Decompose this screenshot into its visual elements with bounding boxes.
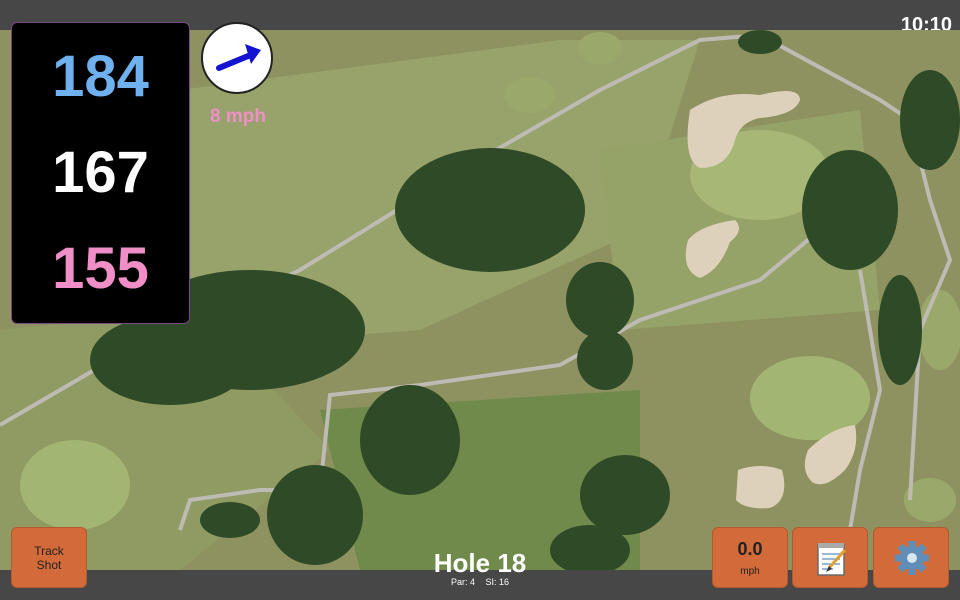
distance-front: 155 bbox=[52, 236, 149, 301]
hole-title: Hole 18 bbox=[433, 548, 527, 578]
hole-par: Par: 4 bbox=[450, 577, 475, 587]
speed-value: 0.0 bbox=[737, 539, 763, 559]
distance-back: 184 bbox=[52, 44, 149, 109]
notes-button[interactable] bbox=[792, 527, 868, 588]
track-shot-label: Track Shot bbox=[34, 544, 64, 572]
gear-icon bbox=[895, 541, 929, 575]
settings-button[interactable] bbox=[873, 527, 949, 588]
track-shot-button[interactable]: Track Shot bbox=[11, 527, 87, 588]
notepad-icon bbox=[817, 543, 847, 576]
wind-speed: 8 mph bbox=[210, 106, 266, 127]
distance-panel: 184 167 155 bbox=[11, 22, 190, 324]
speed-unit: mph bbox=[740, 566, 760, 577]
wind-indicator bbox=[201, 22, 273, 94]
speed-button[interactable]: 0.0 mph bbox=[712, 527, 788, 588]
wind-direction-arrow-icon bbox=[216, 44, 261, 71]
hole-stroke-index: SI: 16 bbox=[485, 577, 510, 587]
hole-info: Par: 4 SI: 16 bbox=[380, 577, 580, 587]
distance-middle: 167 bbox=[52, 140, 149, 205]
